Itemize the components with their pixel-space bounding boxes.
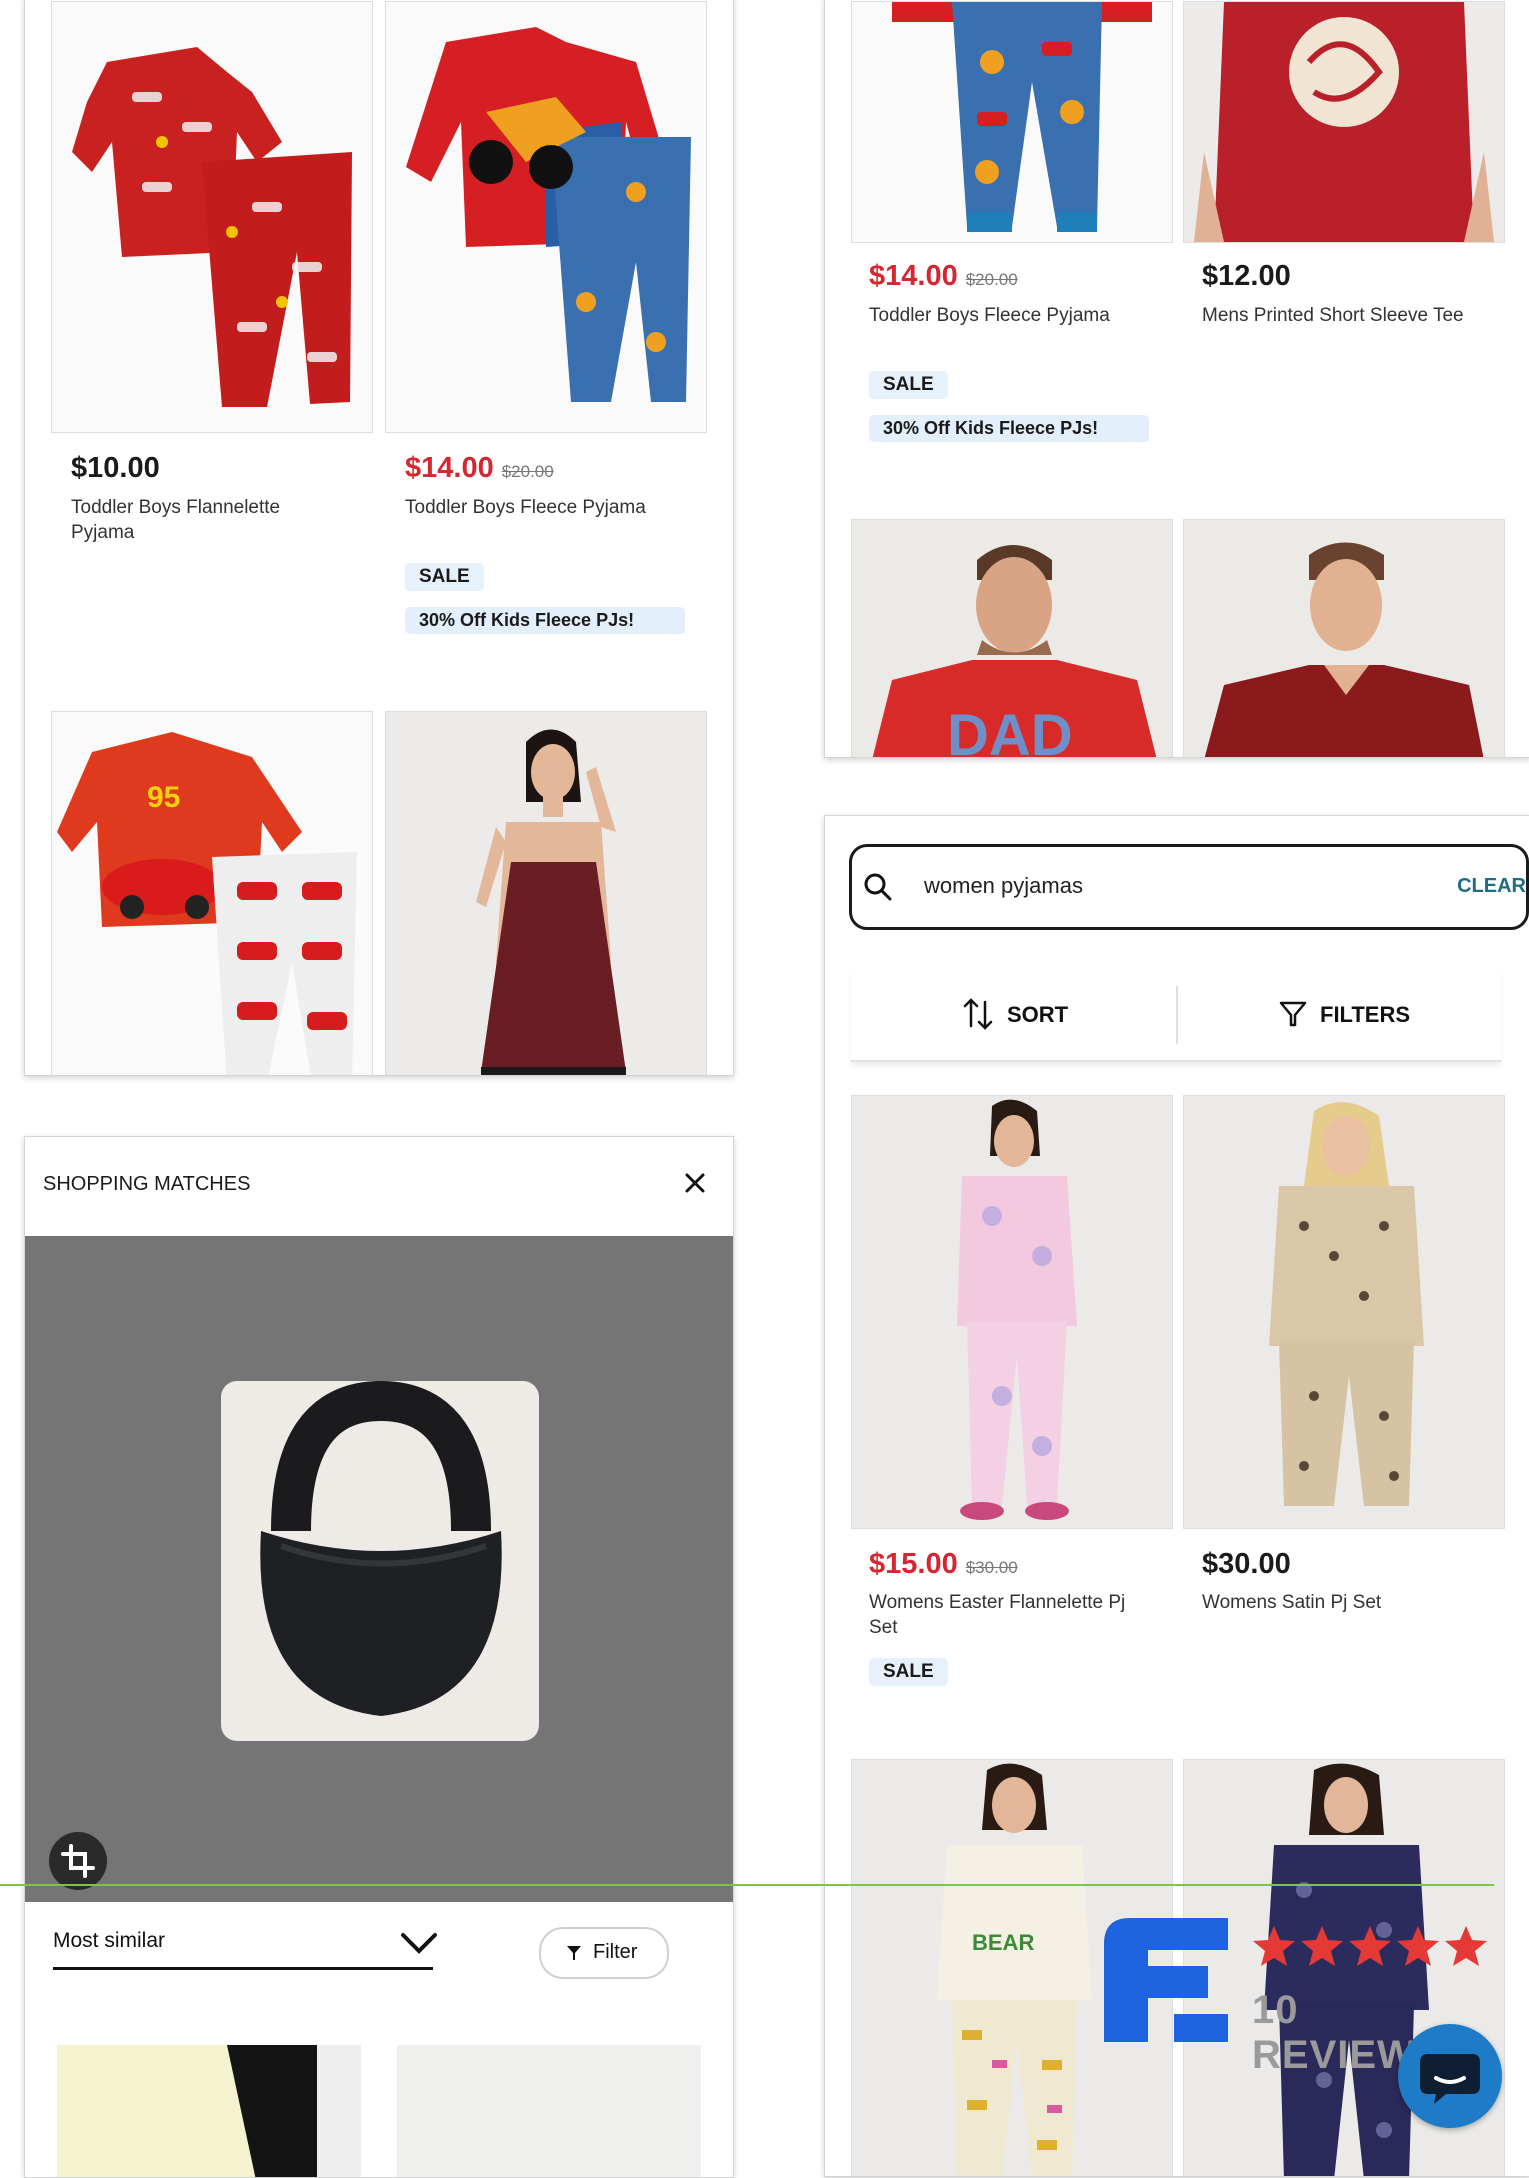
filter-funnel-icon [1279,1001,1307,1027]
sale-price: $14.00 [869,260,958,292]
search-bar[interactable]: women pyjamas CLEAR [849,844,1529,930]
product-image-polo-shirt[interactable] [1183,519,1505,757]
product-price-sale: $14.00 $20.00 [869,260,1018,293]
sort-label: SORT [1007,1002,1069,1027]
was-price: $30.00 [965,1558,1018,1577]
product-name[interactable]: Toddler Boys Fleece Pyjama [405,495,705,520]
filter-icon [567,1946,581,1960]
star-icons [1253,1926,1487,1966]
product-price-sale: $14.00 $20.00 [405,452,554,485]
product-price: $30.00 [1202,1548,1291,1580]
sort-dropdown-value: Most similar [53,1929,166,1952]
product-image-dad-tee[interactable]: DAD [851,519,1173,758]
bear-shirt-text: BEAR [972,1930,1034,1955]
sort-button[interactable]: SORT [851,970,1176,1060]
close-button[interactable] [677,1165,713,1201]
product-price-sale: $15.00 $30.00 [869,1548,1018,1581]
product-image-printed-tee[interactable] [1183,1,1505,243]
was-price: $20.00 [965,270,1018,289]
filter-button[interactable]: Filter [539,1927,669,1979]
sale-price: $15.00 [869,1548,958,1580]
brand-logo [1104,1918,1228,2042]
product-image-cars-pyjama[interactable]: 95 [51,711,373,1075]
panel-title: SHOPPING MATCHES [43,1173,251,1195]
sort-filter-bar: SORT FILTERS [851,970,1501,1062]
product-name[interactable]: Mens Printed Short Sleeve Tee [1202,303,1502,328]
was-price: $20.00 [501,462,554,481]
shopping-matches-panel: SHOPPING MATCHES Most similar Filter [24,1136,734,2178]
promo-badge[interactable]: 30% Off Kids Fleece PJs! [405,607,685,634]
product-grid-card-kids: $10.00 Toddler Boys Flannelette Pyjama $… [24,0,734,1076]
monster-truck-pyjama-illustration [406,27,691,402]
sale-badge: SALE [405,563,484,591]
product-image-easter-flannelette[interactable] [851,1095,1173,1529]
match-result-illustration [57,2045,361,2177]
filters-label: FILTERS [1320,1002,1411,1027]
sale-price: $14.00 [405,452,494,484]
man-polo-illustration [1204,542,1484,757]
product-image-fleece-pyjama[interactable] [851,1,1173,243]
chevron-down-icon [401,1933,437,1954]
match-result-item[interactable] [397,2045,701,2177]
woman-leopard-pj-illustration [1269,1102,1424,1506]
filter-label: Filter [593,1941,638,1963]
man-dad-tee-illustration: DAD [872,545,1157,758]
search-input[interactable]: women pyjamas [924,873,1083,899]
chat-button[interactable] [1398,2024,1502,2128]
product-name[interactable]: Toddler Boys Flannelette Pyjama [71,495,311,545]
promo-badge[interactable]: 30% Off Kids Fleece PJs! [869,415,1149,442]
woman-chemise-illustration [476,729,626,1075]
close-icon [685,1173,705,1193]
handbag-illustration [260,1381,502,1716]
product-price: $10.00 [71,452,160,484]
product-grid-card-mens: $14.00 $20.00 Toddler Boys Fleece Pyjama … [824,0,1529,758]
sort-icon [963,998,993,1030]
clear-button[interactable]: CLEAR [1457,875,1526,898]
product-price: $12.00 [1202,260,1291,292]
sort-dropdown[interactable]: Most similar [53,1917,437,1970]
dad-text: DAD [947,703,1073,758]
star-rating [1252,1924,1492,1970]
product-image-chemise[interactable] [385,711,707,1075]
product-name[interactable]: Womens Satin Pj Set [1202,1590,1492,1615]
product-name[interactable]: Toddler Boys Fleece Pyjama [869,303,1169,328]
crop-icon [61,1844,95,1878]
chat-bubble-icon [1420,2054,1480,2104]
product-name[interactable]: Womens Easter Flannelette Pj Set [869,1590,1159,1640]
product-image-fleece-pyjama[interactable] [385,1,707,433]
woman-floral-pj-illustration [957,1099,1077,1520]
product-image-flannelette-pyjama[interactable] [51,1,373,433]
monster-truck-pants-illustration [892,2,1152,232]
crop-button[interactable] [49,1832,107,1890]
match-result-item[interactable] [57,2045,361,2177]
query-image-handbag[interactable] [221,1381,539,1741]
lightning-number: 95 [147,781,180,814]
red-tee-illustration [1194,2,1494,242]
product-image-satin-pj[interactable] [1183,1095,1505,1529]
filters-button[interactable]: FILTERS [1178,970,1501,1060]
cars-pyjama-illustration: 95 [57,732,357,1075]
search-icon [864,873,892,901]
divider-line [0,1884,1494,1886]
pyjama-illustration [72,47,352,407]
brand-logo-icon [1104,1918,1228,2042]
sale-badge: SALE [869,371,948,399]
sale-badge: SALE [869,1658,948,1686]
